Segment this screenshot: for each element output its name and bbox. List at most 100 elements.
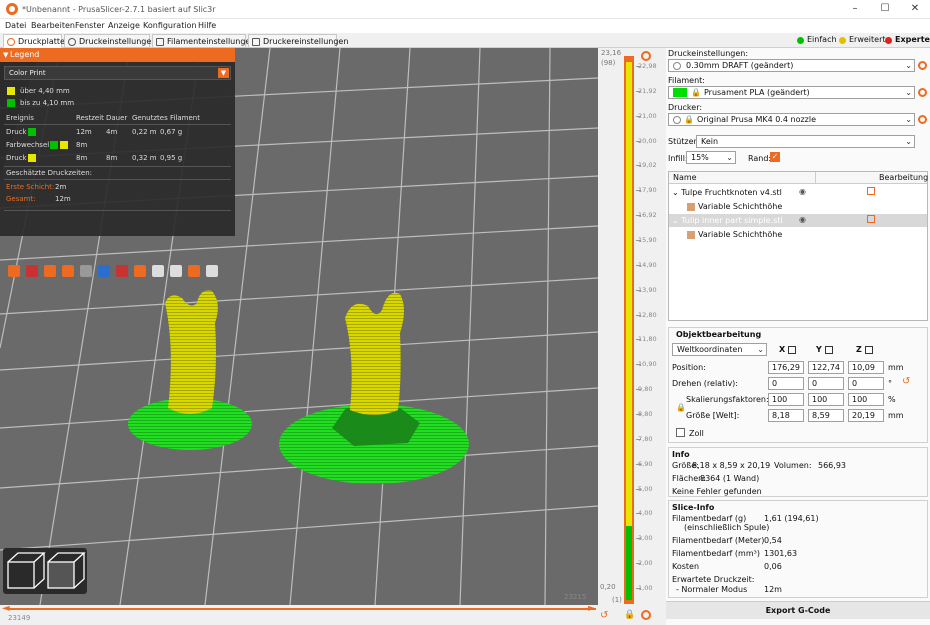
filament-color-swatch[interactable] [673, 88, 687, 97]
size-y-input[interactable]: 8,59 [808, 409, 844, 422]
menu-bearbeiten[interactable]: Bearbeiten [31, 21, 75, 30]
layer-range-row[interactable]: Variable Schichthöhe [687, 230, 782, 239]
position-x-input[interactable]: 176,29 [768, 361, 804, 374]
menu-anzeige[interactable]: Anzeige [108, 21, 140, 30]
filament-g-value: 1,61 (194,61) [764, 514, 819, 523]
drop-to-bed-icon[interactable] [864, 345, 873, 354]
vslider-yellow-range[interactable] [626, 62, 632, 526]
close-button[interactable]: ✕ [906, 2, 924, 16]
vslider-top-value: 23,16 [601, 49, 622, 57]
menu-konfiguration[interactable]: Konfiguration [143, 21, 197, 30]
cog-icon[interactable] [641, 610, 651, 620]
vslider-tick-label: 8,80 [638, 410, 653, 418]
rotation-z-input[interactable]: 0 [848, 377, 884, 390]
object-row[interactable]: ⌄ Tulpe Fruchtknoten v4.stl [672, 188, 782, 197]
expand-chevron-icon[interactable]: ⌄ [672, 188, 679, 197]
supports-combo[interactable]: Kein ⌄ [696, 135, 915, 148]
lock-icon[interactable]: 🔒 [624, 610, 635, 620]
edit-settings-icon[interactable] [867, 215, 875, 223]
vslider-green-range[interactable] [626, 526, 632, 600]
size-z-input[interactable]: 20,19 [848, 409, 884, 422]
maximize-button[interactable]: ☐ [876, 2, 894, 16]
brim-checkbox[interactable]: ✓ [770, 152, 780, 162]
collapse-triangle-icon[interactable]: ▼ [3, 51, 8, 59]
position-z-input[interactable]: 10,09 [848, 361, 884, 374]
filament-m-label: Filamentbedarf (Meter) [672, 536, 765, 545]
layer-range-row[interactable]: Variable Schichthöhe [687, 202, 782, 211]
tab-druckplatte[interactable]: Druckplatte [3, 34, 65, 48]
vslider-tick-label: 19,02 [638, 161, 657, 170]
legend-header[interactable]: Legend [0, 48, 235, 62]
scale-y-input[interactable]: 100 [808, 393, 844, 406]
size-x-input[interactable]: 8,18 [768, 409, 804, 422]
object-1-tulip[interactable] [165, 290, 218, 415]
rotation-x-input[interactable]: 0 [768, 377, 804, 390]
legend-panel: Legend ▼ Color Print ▼ über 4,40 mm bis … [0, 48, 235, 277]
chevron-down-icon: ⌄ [726, 153, 733, 162]
custom-gcode-toggle-icon[interactable] [152, 265, 164, 277]
shells-toggle-icon[interactable] [188, 265, 200, 277]
export-gcode-button[interactable]: Export G-Code [666, 601, 930, 619]
edit-settings-icon[interactable] [867, 187, 875, 195]
object-row-selected[interactable]: ⌄ Tulip inner part simple.stl [672, 216, 783, 225]
center-of-gravity-toggle-icon[interactable] [170, 265, 182, 277]
tool-changes-toggle-icon[interactable] [98, 265, 110, 277]
view-layers-icon[interactable] [47, 561, 75, 589]
hslider-right-thumb-icon[interactable]: ► [588, 603, 596, 614]
scale-x-input[interactable]: 100 [768, 393, 804, 406]
edit-filament-cog-icon[interactable] [918, 88, 927, 97]
legend-view-type-select[interactable]: Color Print ▼ [4, 66, 231, 80]
wipe-toggle-icon[interactable] [26, 265, 38, 277]
color-changes-toggle-icon[interactable] [116, 265, 128, 277]
travel-toggle-icon[interactable] [8, 265, 20, 277]
mode-einfach[interactable]: Einfach [797, 35, 837, 44]
horizontal-slider[interactable]: ◄ ► 23149 23215 [0, 593, 598, 625]
revert-icon[interactable]: ↺ [600, 610, 608, 621]
seams-toggle-icon[interactable] [80, 265, 92, 277]
tab-druckeinstellungen[interactable]: Druckeinstellungen [64, 34, 156, 48]
chevron-down-icon: ⌄ [905, 61, 912, 70]
object-list[interactable]: Name Bearbeitung ⌄ Tulpe Fruchtknoten v4… [668, 171, 928, 321]
mode-experte[interactable]: Experte [885, 35, 930, 44]
tab-druckereinstellungen[interactable]: Druckereinstellungen [248, 34, 348, 48]
tool-marker-toggle-icon[interactable] [206, 265, 218, 277]
deretractions-toggle-icon[interactable] [62, 265, 74, 277]
drop-to-bed-icon[interactable] [787, 345, 796, 354]
cost-value: 0,06 [764, 562, 782, 571]
inch-checkbox[interactable] [676, 428, 685, 437]
mode-erweitert[interactable]: Erweitert [839, 35, 886, 44]
rotation-y-input[interactable]: 0 [808, 377, 844, 390]
infill-combo[interactable]: 15% ⌄ [686, 151, 736, 164]
eye-icon[interactable]: ◉ [799, 187, 806, 196]
eye-icon[interactable]: ◉ [799, 215, 806, 224]
position-y-input[interactable]: 122,74 [808, 361, 844, 374]
reset-rotation-icon[interactable]: ↺ [902, 376, 910, 387]
coord-system-combo[interactable]: Weltkoordinaten ⌄ [672, 343, 767, 356]
pause-prints-toggle-icon[interactable] [134, 265, 146, 277]
tab-filamenteinstellungen[interactable]: Filamenteinstellungen [152, 34, 255, 48]
printer-combo[interactable]: 🔒 Original Prusa MK4 0.4 nozzle ⌄ [668, 113, 915, 126]
drop-to-bed-icon[interactable] [824, 345, 833, 354]
hslider-track[interactable] [8, 608, 596, 610]
cog-icon[interactable] [641, 51, 651, 61]
retractions-toggle-icon[interactable] [44, 265, 56, 277]
print-settings-combo[interactable]: 0.30mm DRAFT (geändert) ⌄ [668, 59, 915, 72]
scale-lock-icon[interactable]: 🔒 [676, 403, 686, 412]
minimize-button[interactable]: – [846, 2, 864, 16]
col-header: Ereignis [6, 114, 34, 122]
menu-fenster[interactable]: Fenster [75, 21, 105, 30]
edit-printer-cog-icon[interactable] [918, 115, 927, 124]
first-layer-value: 2m [55, 183, 67, 191]
menu-datei[interactable]: Datei [5, 21, 26, 30]
expand-chevron-icon[interactable]: ⌄ [672, 216, 679, 225]
event-used-g: 0,95 g [160, 154, 183, 162]
menu-hilfe[interactable]: Hilfe [198, 21, 216, 30]
vertical-layer-slider[interactable]: 23,16 (98) 0,20 (1) 🔒 ↺ 22,98 21,92 21,00 2… [598, 48, 666, 625]
filament-combo[interactable]: 🔒 Prusament PLA (geändert) ⌄ [668, 86, 915, 99]
scale-z-input[interactable]: 100 [848, 393, 884, 406]
edit-print-settings-cog-icon[interactable] [918, 61, 927, 70]
tab-bar: Druckplatte Druckeinstellungen Filamente… [0, 33, 930, 48]
object-manip-title: Objektbearbeitung [676, 330, 762, 339]
hslider-left-thumb-icon[interactable]: ◄ [2, 603, 10, 614]
vslider-tick-label: 6,90 [638, 459, 653, 468]
